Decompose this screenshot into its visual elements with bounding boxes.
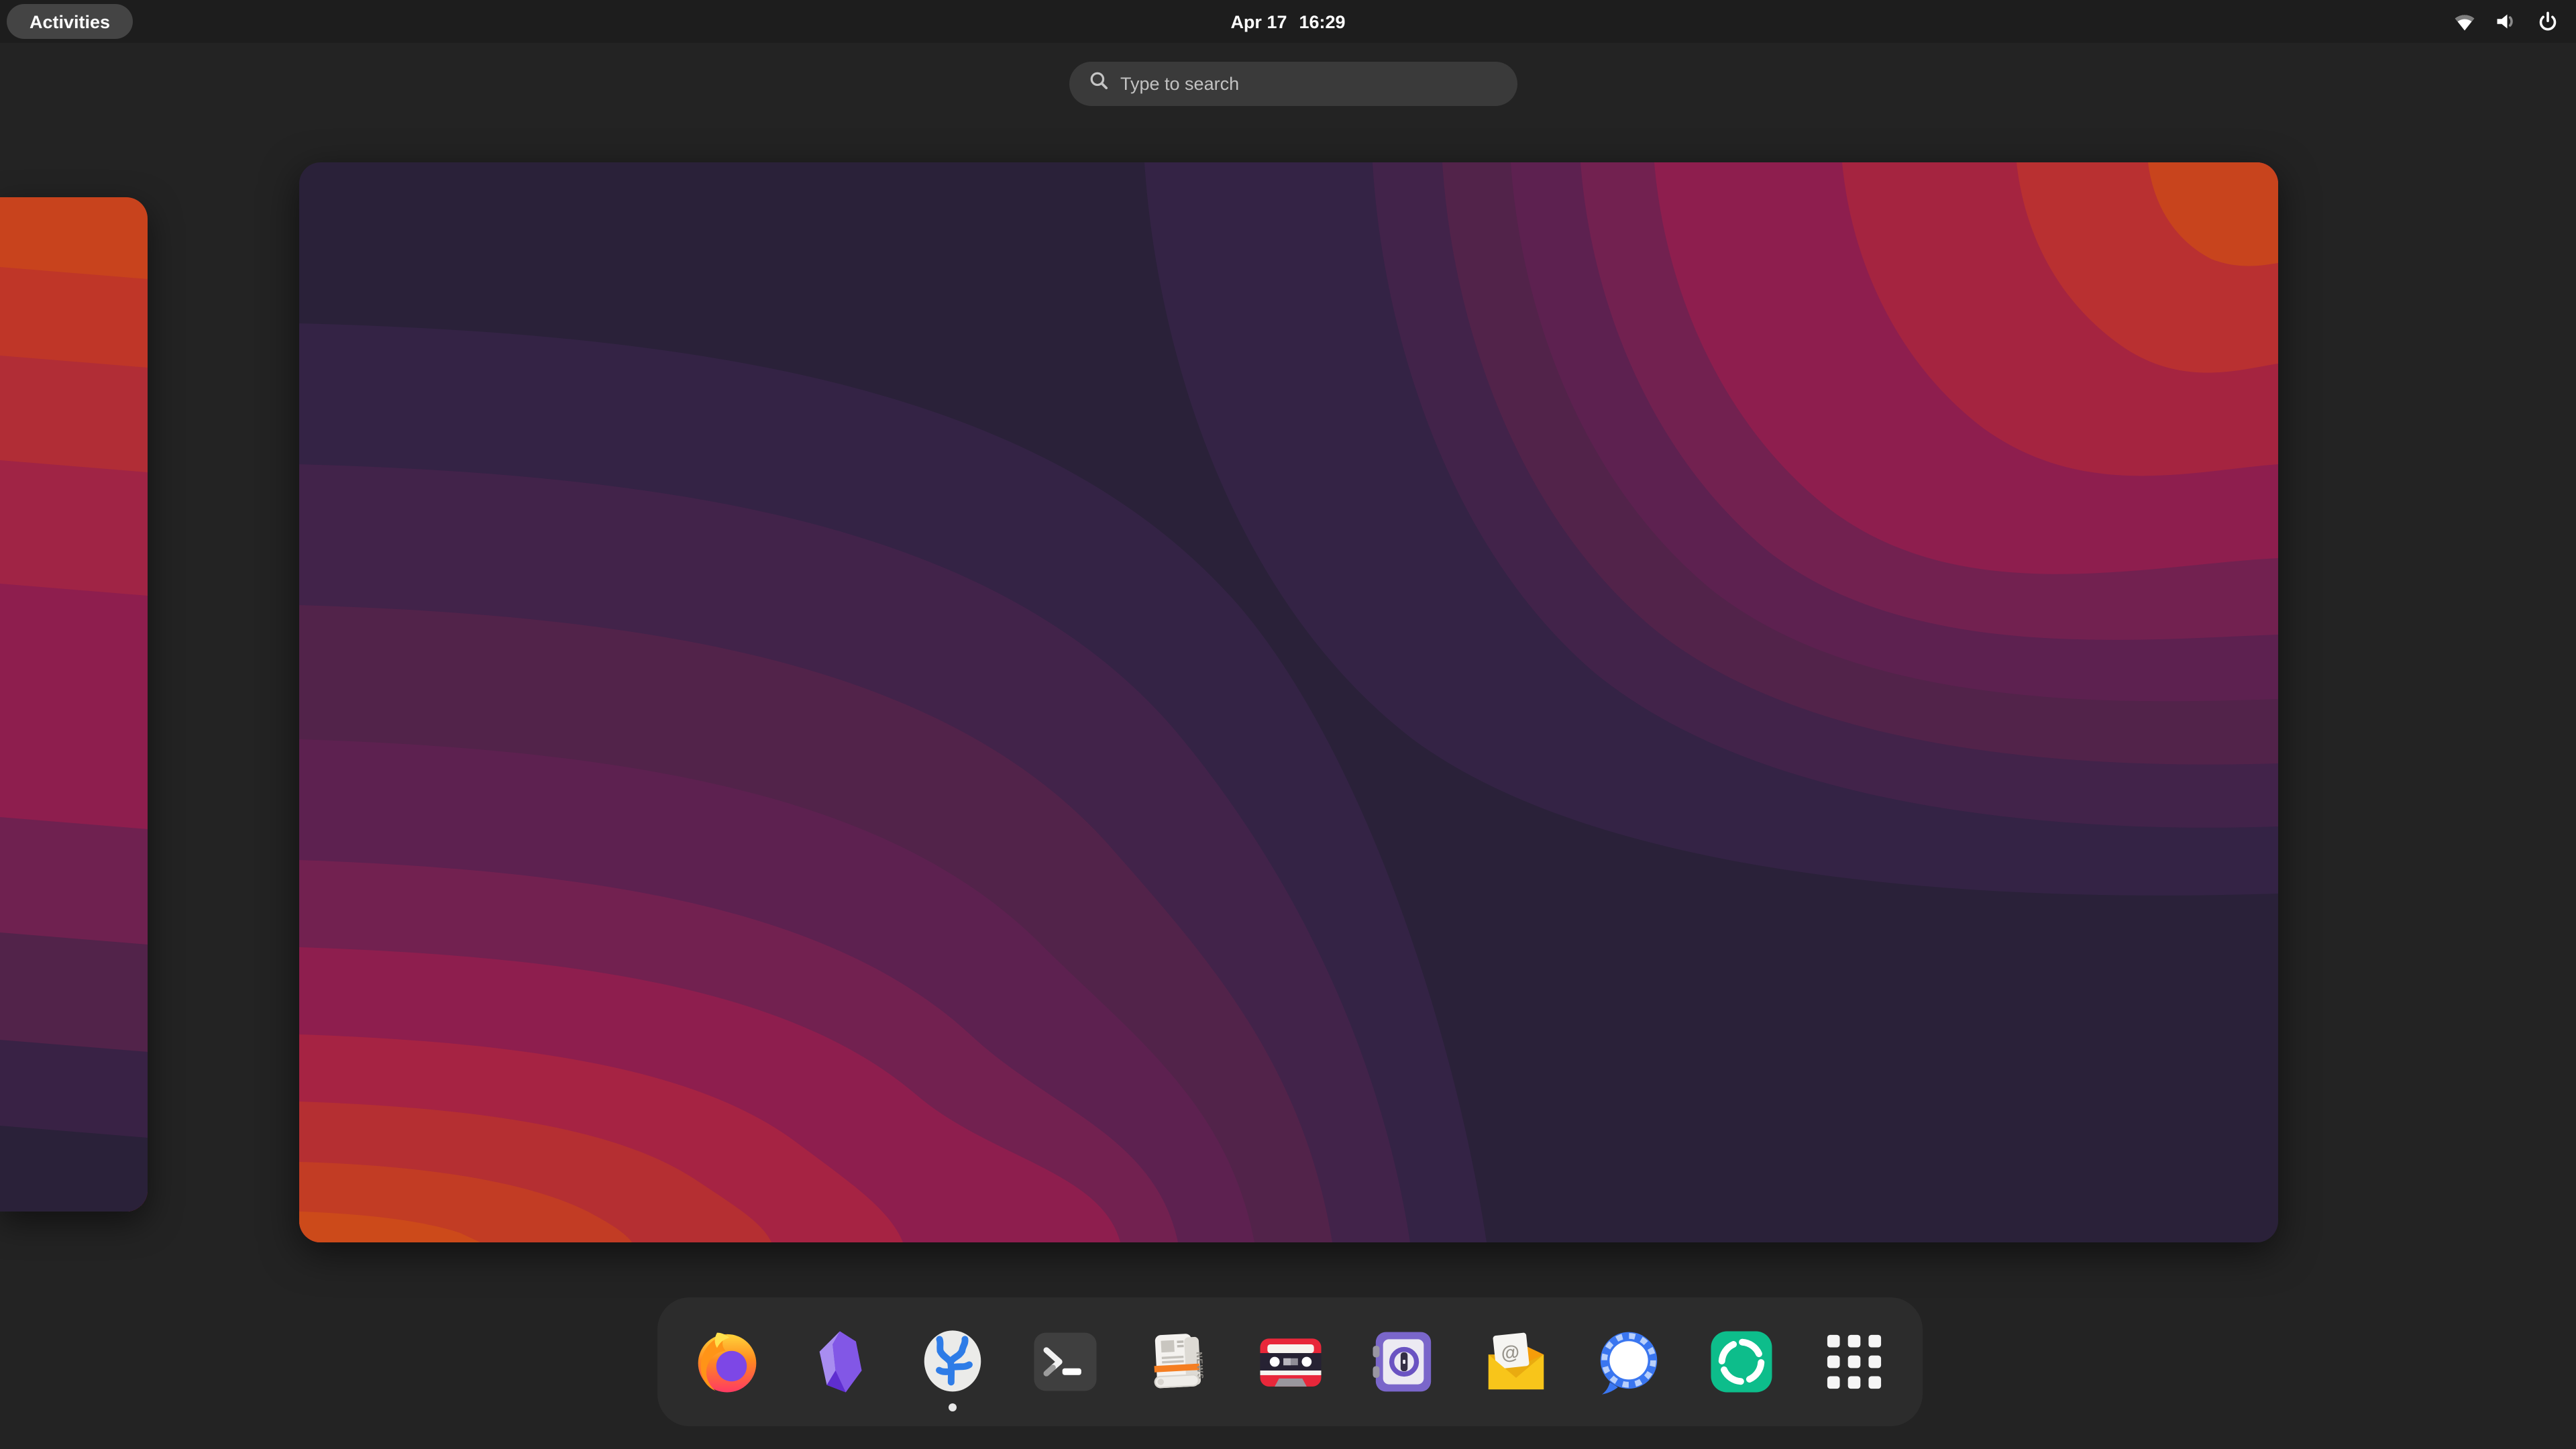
- top-bar: Activities Apr 17 16:29: [0, 0, 2576, 43]
- running-indicator-dot: [948, 1403, 956, 1411]
- signal-messenger-icon[interactable]: [1593, 1327, 1663, 1397]
- firefox-browser-icon[interactable]: [692, 1327, 761, 1397]
- svg-text:@: @: [1499, 1341, 1520, 1364]
- search-placeholder: Type to search: [1120, 74, 1239, 94]
- wallpaper-contour-art-edge: [0, 197, 148, 1212]
- clock-date: Apr 17: [1230, 11, 1287, 32]
- obsidian-icon[interactable]: [804, 1327, 874, 1397]
- password-safe-icon[interactable]: [1368, 1327, 1438, 1397]
- cassette-player-icon[interactable]: [1255, 1327, 1325, 1397]
- search-icon: [1088, 69, 1111, 99]
- workspace-preview-previous[interactable]: [0, 197, 148, 1212]
- wifi-icon[interactable]: [2453, 9, 2477, 34]
- element-chat-icon[interactable]: [1706, 1327, 1776, 1397]
- system-status-area[interactable]: [2453, 0, 2560, 43]
- coral-app-icon[interactable]: [917, 1327, 987, 1397]
- workspace-preview-current[interactable]: [299, 162, 2278, 1242]
- clock-time: 16:29: [1299, 11, 1346, 32]
- terminal-icon[interactable]: [1030, 1327, 1099, 1397]
- clock-button[interactable]: Apr 17 16:29: [0, 0, 2576, 43]
- news-reader-icon[interactable]: NEWS: [1142, 1327, 1212, 1397]
- gnome-activities-overview: Activities Apr 17 16:29: [0, 0, 2576, 1449]
- wallpaper-contour-art: [299, 162, 2278, 1242]
- email-icon[interactable]: @: [1481, 1327, 1550, 1397]
- search-input[interactable]: Type to search: [1069, 62, 1517, 106]
- volume-icon[interactable]: [2494, 9, 2518, 34]
- power-icon[interactable]: [2536, 9, 2560, 34]
- dash-dock: NEWS: [657, 1297, 1923, 1426]
- show-apps-grid-icon[interactable]: [1819, 1327, 1888, 1397]
